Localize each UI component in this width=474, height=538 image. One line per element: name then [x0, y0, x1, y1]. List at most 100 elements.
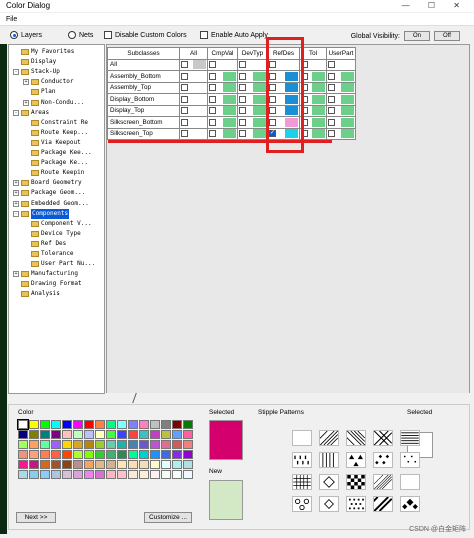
visibility-checkbox[interactable]: [301, 61, 308, 69]
color-cell[interactable]: [207, 93, 238, 106]
palette-color[interactable]: [139, 460, 149, 469]
color-cell[interactable]: [326, 58, 356, 71]
global-visibility-off-button[interactable]: Off: [434, 31, 460, 41]
color-swatch[interactable]: [312, 83, 325, 93]
visibility-checkbox[interactable]: [269, 95, 276, 103]
enable-auto-apply-checkbox[interactable]: Enable Auto Apply: [200, 31, 268, 39]
palette-color[interactable]: [40, 420, 50, 429]
stipple-pattern-fine-diag[interactable]: [373, 474, 393, 490]
expand-icon[interactable]: +: [13, 190, 19, 197]
color-swatch[interactable]: [223, 129, 236, 139]
color-swatch[interactable]: [253, 129, 266, 139]
palette-color[interactable]: [29, 430, 39, 439]
palette-color[interactable]: [183, 440, 193, 449]
color-cell[interactable]: [299, 104, 327, 117]
disable-custom-colors-checkbox[interactable]: Disable Custom Colors: [104, 31, 187, 39]
palette-color[interactable]: [183, 450, 193, 459]
color-cell[interactable]: [267, 116, 300, 129]
layers-radio[interactable]: Layers: [10, 31, 42, 39]
expand-icon[interactable]: +: [13, 180, 19, 187]
expand-icon[interactable]: +: [23, 99, 29, 106]
visibility-checkbox[interactable]: [301, 84, 308, 92]
color-cell[interactable]: [326, 127, 356, 140]
tree-item[interactable]: Ref Des: [23, 239, 66, 249]
palette-color[interactable]: [73, 420, 83, 429]
visibility-checkbox[interactable]: [181, 118, 188, 126]
color-swatch[interactable]: [193, 72, 206, 81]
visibility-checkbox[interactable]: [301, 118, 308, 126]
palette-color[interactable]: [73, 430, 83, 439]
color-cell[interactable]: [267, 127, 300, 140]
visibility-checkbox[interactable]: [328, 107, 335, 115]
tree-item[interactable]: Display: [13, 57, 56, 67]
color-cell[interactable]: [207, 58, 238, 71]
visibility-checkbox[interactable]: [301, 130, 308, 138]
visibility-checkbox[interactable]: [301, 107, 308, 115]
palette-color[interactable]: [106, 430, 116, 439]
grid-tab[interactable]: [132, 393, 154, 403]
color-swatch[interactable]: [285, 129, 298, 139]
color-swatch[interactable]: [253, 106, 266, 116]
palette-color[interactable]: [84, 460, 94, 469]
palette-color[interactable]: [29, 470, 39, 479]
visibility-checkbox[interactable]: [328, 84, 335, 92]
global-visibility-on-button[interactable]: On: [404, 31, 430, 41]
color-swatch[interactable]: [341, 83, 354, 93]
stipple-pattern-diag-back[interactable]: [346, 430, 366, 446]
palette-color[interactable]: [150, 470, 160, 479]
color-cell[interactable]: [237, 127, 268, 140]
palette-color[interactable]: [139, 420, 149, 429]
visibility-checkbox[interactable]: [239, 118, 246, 126]
color-cell[interactable]: [237, 58, 268, 71]
color-cell[interactable]: [237, 70, 268, 83]
visibility-checkbox[interactable]: [181, 84, 188, 92]
stipple-pattern-triangles[interactable]: [346, 452, 366, 468]
tree-item[interactable]: Package Kee...: [23, 148, 92, 158]
palette-color[interactable]: [73, 440, 83, 449]
color-swatch[interactable]: [253, 83, 266, 93]
visibility-checkbox[interactable]: [209, 72, 216, 80]
palette-color[interactable]: [95, 420, 105, 429]
palette-color[interactable]: [18, 430, 28, 439]
palette-color[interactable]: [40, 450, 50, 459]
palette-color[interactable]: [117, 450, 127, 459]
palette-color[interactable]: [95, 440, 105, 449]
color-swatch[interactable]: [193, 95, 206, 104]
visibility-checkbox[interactable]: [181, 61, 188, 69]
palette-color[interactable]: [18, 450, 28, 459]
stipple-pattern-bold-diag[interactable]: [373, 496, 393, 512]
color-cell[interactable]: [237, 81, 268, 94]
palette-color[interactable]: [29, 440, 39, 449]
color-swatch[interactable]: [223, 83, 236, 93]
color-swatch[interactable]: [223, 106, 236, 116]
palette-color[interactable]: [128, 450, 138, 459]
tree-item[interactable]: Package Ke...: [23, 158, 88, 168]
palette-color[interactable]: [150, 450, 160, 459]
palette-color[interactable]: [172, 420, 182, 429]
stipple-pattern-small-diamond[interactable]: [319, 496, 339, 512]
color-cell[interactable]: [267, 93, 300, 106]
color-cell[interactable]: [207, 127, 238, 140]
color-swatch[interactable]: [193, 106, 206, 115]
color-cell[interactable]: [207, 81, 238, 94]
palette-color[interactable]: [40, 470, 50, 479]
palette-color[interactable]: [18, 460, 28, 469]
color-cell[interactable]: [326, 116, 356, 129]
tree-item[interactable]: Analysis: [13, 289, 60, 299]
color-cell[interactable]: [299, 127, 327, 140]
visibility-checkbox[interactable]: [269, 61, 276, 69]
tree-item[interactable]: - Areas: [13, 108, 49, 118]
color-swatch[interactable]: [341, 71, 354, 81]
tree-item[interactable]: - Components: [13, 208, 70, 219]
color-swatch[interactable]: [193, 129, 206, 138]
color-cell[interactable]: [326, 81, 356, 94]
palette-color[interactable]: [117, 460, 127, 469]
palette-color[interactable]: [62, 420, 72, 429]
window-controls[interactable]: — ☐ ✕: [402, 0, 468, 12]
collapse-icon[interactable]: -: [13, 109, 19, 116]
palette-color[interactable]: [84, 450, 94, 459]
next-button[interactable]: Next >>: [16, 512, 56, 523]
color-swatch[interactable]: [223, 71, 236, 81]
color-cell[interactable]: [267, 58, 300, 71]
palette-color[interactable]: [139, 430, 149, 439]
